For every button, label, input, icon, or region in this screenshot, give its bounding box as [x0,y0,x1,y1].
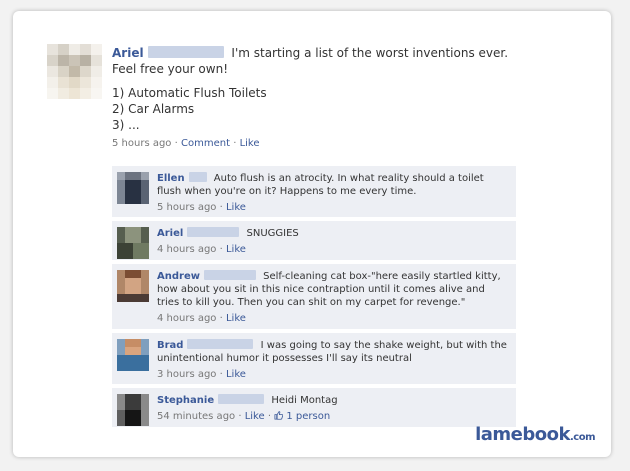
thumbs-up-icon [274,411,284,420]
post-body: Ariel I'm starting a list of the worst i… [112,45,532,149]
like-link[interactable]: Like [245,411,265,422]
post-author-name[interactable]: Ariel [112,46,144,60]
commenter-avatar[interactable] [117,172,149,204]
redacted-surname [188,172,207,182]
commenter-name[interactable]: Brad [157,340,183,351]
redacted-surname [187,227,240,237]
commenter-avatar[interactable] [117,394,149,426]
comment-item: Andrew Self-cleaning cat box-"here easil… [112,264,516,330]
comment-item: Brad I was going to say the shake weight… [112,333,516,385]
commenter-name[interactable]: Andrew [157,271,200,282]
commenter-name[interactable]: Ariel [157,228,183,239]
like-link[interactable]: Like [226,244,246,255]
lamebook-logo: lamebook.com [475,424,595,445]
comment-text: SNUGGIES [246,228,299,239]
list-item: 1) Automatic Flush Toilets [112,86,267,100]
commenter-name[interactable]: Ellen [157,173,185,184]
separator: · [233,138,237,149]
like-link[interactable]: Like [226,202,246,213]
post-timestamp: 5 hours ago [112,138,172,149]
redacted-surname [203,270,256,280]
commenter-avatar[interactable] [117,339,149,371]
redacted-surname [147,46,224,58]
comment-timestamp: 5 hours ago [157,202,217,213]
post-list: 1) Automatic Flush Toilets 2) Car Alarms… [112,85,532,133]
comment-list: Ellen Auto flush is an atrocity. In what… [112,166,516,431]
comment-timestamp: 3 hours ago [157,369,217,380]
redacted-surname [218,394,265,404]
list-item: 2) Car Alarms [112,102,195,116]
brand-name: lamebook [475,424,570,445]
commenter-avatar[interactable] [117,270,149,302]
comment-item: Ariel SNUGGIES 4 hours ago · Like [112,221,516,261]
redacted-surname [187,339,254,349]
separator: · [174,138,178,149]
commenter-name[interactable]: Stephanie [157,395,214,406]
post-card: Ariel I'm starting a list of the worst i… [13,11,611,457]
comment-text: Heidi Montag [271,395,338,406]
author-avatar[interactable] [47,44,102,99]
comment-link[interactable]: Comment [181,138,230,149]
comment-item: Ellen Auto flush is an atrocity. In what… [112,166,516,218]
like-link[interactable]: Like [226,313,246,324]
like-link[interactable]: Like [226,369,246,380]
post-meta: 5 hours ago · Comment · Like [112,138,532,149]
comment-timestamp: 4 hours ago [157,313,217,324]
likes-count[interactable]: 1 person [286,411,330,422]
list-item: 3) ... [112,118,140,132]
like-link[interactable]: Like [240,138,260,149]
brand-suffix: .com [569,432,596,443]
comment-item: Stephanie Heidi Montag 54 minutes ago · … [112,388,516,428]
comment-timestamp: 54 minutes ago [157,411,236,422]
commenter-avatar[interactable] [117,227,149,259]
comment-timestamp: 4 hours ago [157,244,217,255]
